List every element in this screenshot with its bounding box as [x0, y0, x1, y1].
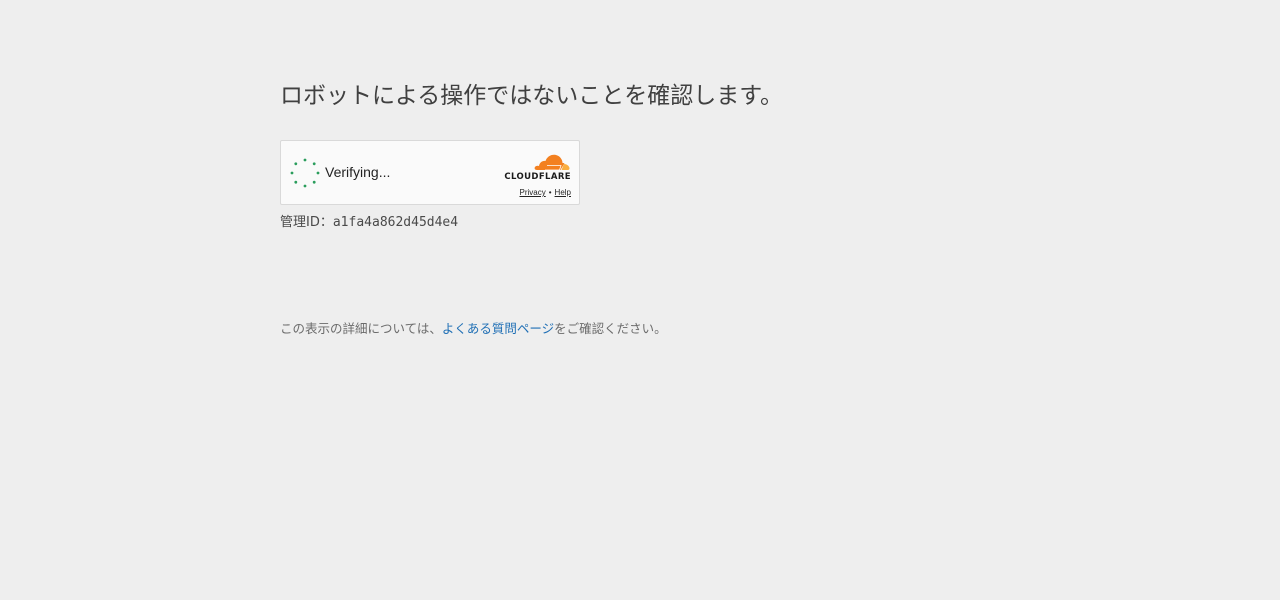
- turnstile-widget[interactable]: Verifying... CLOUDFLARE Privacy • Help: [280, 140, 580, 205]
- ray-id-value: a1fa4a862d45d4e4: [332, 215, 459, 230]
- ray-id-label: 管理ID：: [280, 215, 333, 230]
- cloudflare-logo: CLOUDFLARE Privacy • Help: [495, 152, 571, 198]
- cloudflare-cloud-icon: [534, 154, 570, 171]
- cloudflare-wordmark: CLOUDFLARE: [504, 172, 571, 182]
- verifying-status: Verifying...: [325, 164, 391, 180]
- link-separator: •: [548, 188, 552, 197]
- challenge-container: ロボットによる操作ではないことを確認します。 Verifying... CLOU…: [280, 78, 1000, 231]
- footer-text-before: この表示の詳細については、: [280, 321, 442, 336]
- footer-note: この表示の詳細については、よくある質問ページをご確認ください。: [280, 318, 667, 337]
- help-link[interactable]: Help: [555, 188, 571, 197]
- ray-id: 管理ID：a1fa4a862d45d4e4: [280, 215, 1000, 231]
- privacy-link[interactable]: Privacy: [520, 188, 546, 197]
- widget-links: Privacy • Help: [495, 188, 572, 198]
- footer-text-after: をご確認ください。: [554, 321, 667, 336]
- loading-spinner-icon: [290, 158, 320, 188]
- page-title: ロボットによる操作ではないことを確認します。: [280, 83, 784, 109]
- faq-link[interactable]: よくある質問ページ: [442, 321, 554, 336]
